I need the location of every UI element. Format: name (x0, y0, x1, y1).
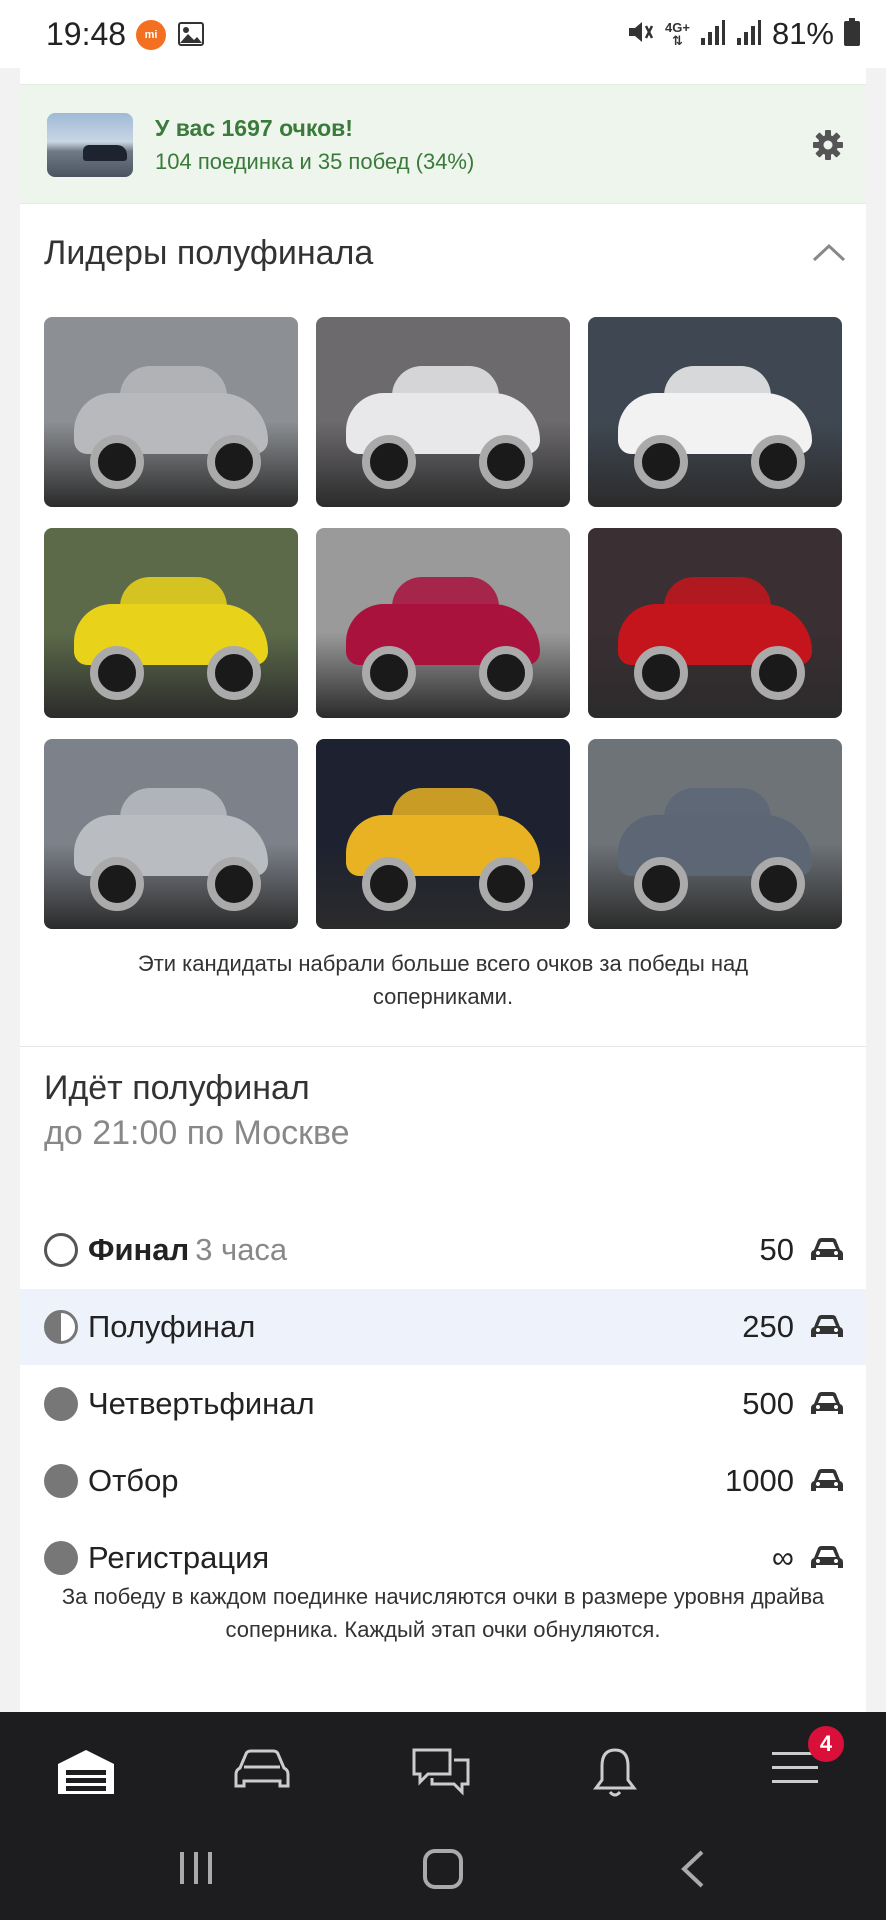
stage-name: Регистрация (88, 1540, 270, 1575)
car-icon (810, 1544, 844, 1577)
points-title: У вас 1697 очков! (155, 115, 353, 141)
car-icon (810, 1467, 844, 1500)
stages-note: За победу в каждом поединке начисляются … (61, 1584, 825, 1642)
stage-deadline: до 21:00 по Москве (44, 1114, 350, 1152)
signal-icon-1 (700, 18, 726, 51)
recent-apps-icon[interactable] (176, 1848, 216, 1893)
battery-icon (844, 17, 860, 51)
signal-icon-2 (736, 18, 762, 51)
stage-name: Четвертьфинал (88, 1386, 315, 1421)
stage-name-text: Финал (88, 1232, 190, 1267)
stage-name: Финал 3 часа (88, 1232, 287, 1268)
leaders-title: Лидеры полуфинала (44, 234, 374, 272)
stage-row-final[interactable]: Финал 3 часа 50 (20, 1212, 866, 1288)
stage-title: Идёт полуфинал (44, 1069, 310, 1107)
notification-badge: 4 (808, 1726, 844, 1762)
stage-status-circle (44, 1464, 78, 1498)
stage-status-circle (44, 1387, 78, 1421)
stage-row-selection[interactable]: Отбор 1000 (20, 1443, 866, 1519)
leader-photo[interactable] (44, 528, 298, 718)
leader-photo[interactable] (316, 739, 570, 929)
stage-duration: 3 часа (195, 1232, 288, 1267)
car-icon (810, 1313, 844, 1346)
messages-icon[interactable] (410, 1746, 480, 1806)
stage-points: ∞ (771, 1540, 794, 1575)
content-page: У вас 1697 очков! 104 поединка и 35 побе… (20, 68, 866, 1712)
leaders-grid (44, 317, 842, 929)
stage-row-semifinal[interactable]: Полуфинал 250 (20, 1289, 866, 1365)
car-icon (810, 1390, 844, 1423)
leader-photo[interactable] (588, 317, 842, 507)
points-subtitle: 104 поединка и 35 побед (34%) (155, 149, 475, 174)
status-bar: 19:48 mi 4G+ ⇅ 81% (0, 0, 886, 68)
leader-photo[interactable] (316, 528, 570, 718)
stage-points: 1000 (725, 1463, 794, 1498)
stage-points: 50 (759, 1232, 794, 1267)
gallery-icon (178, 22, 204, 51)
stage-points: 250 (742, 1309, 794, 1344)
stage-status-circle (44, 1541, 78, 1575)
gear-icon[interactable] (812, 129, 844, 166)
section-divider (20, 1046, 866, 1047)
stage-name: Полуфинал (88, 1309, 256, 1344)
points-panel: У вас 1697 очков! 104 поединка и 35 побе… (20, 84, 866, 204)
leader-photo[interactable] (44, 317, 298, 507)
back-icon[interactable] (676, 1848, 710, 1895)
mi-app-icon: mi (136, 20, 166, 50)
leader-photo[interactable] (316, 317, 570, 507)
leader-photo[interactable] (588, 528, 842, 718)
battery-percent: 81% (771, 16, 834, 51)
leader-photo[interactable] (44, 739, 298, 929)
stage-points: 500 (742, 1386, 794, 1421)
leader-photo[interactable] (588, 739, 842, 929)
chevron-up-icon[interactable] (812, 242, 846, 267)
system-nav-bar (0, 1830, 886, 1920)
stage-row-quarterfinal[interactable]: Четвертьфинал 500 (20, 1366, 866, 1442)
car-icon[interactable] (232, 1746, 302, 1806)
status-right: 4G+ ⇅ 81% (625, 14, 860, 54)
car-icon (810, 1236, 844, 1269)
leaders-note: Эти кандидаты набрали больше всего очков… (137, 951, 749, 1009)
user-avatar[interactable] (47, 113, 133, 177)
stage-status-circle (44, 1310, 78, 1344)
mute-icon (625, 17, 655, 52)
bell-icon[interactable] (590, 1746, 660, 1806)
garage-icon[interactable] (54, 1746, 124, 1806)
stage-name: Отбор (88, 1463, 179, 1498)
status-time: 19:48 (46, 16, 127, 52)
network-type-label: 4G+ (665, 20, 690, 35)
network-type-icon: 4G+ ⇅ (665, 20, 690, 48)
home-icon[interactable] (422, 1848, 464, 1895)
stage-status-circle (44, 1233, 78, 1267)
